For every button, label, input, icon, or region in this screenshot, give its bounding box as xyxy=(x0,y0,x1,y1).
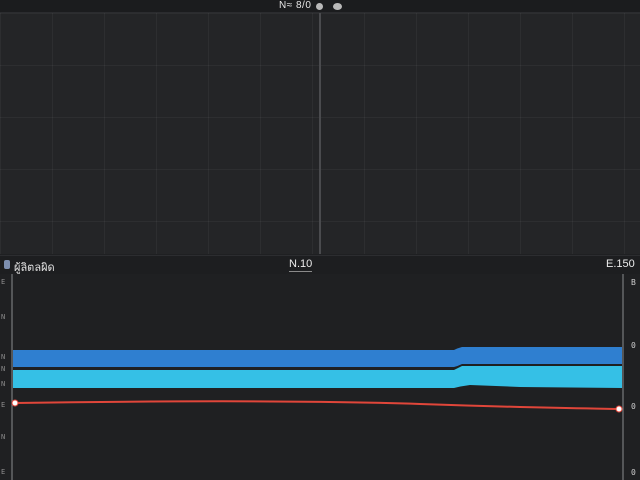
title-bar: N≈ 8/0 xyxy=(0,0,640,13)
window-title: N≈ 8/0 xyxy=(279,0,312,11)
camera-icon[interactable] xyxy=(333,3,342,10)
tick-left-label: E xyxy=(1,468,6,476)
graph-canvas xyxy=(11,274,624,480)
tick-right-label: 0 xyxy=(631,341,636,350)
tick-left-label: N xyxy=(1,353,6,361)
tick-left-label: E xyxy=(1,278,6,286)
curve-band-top xyxy=(13,347,622,367)
curve-key-end xyxy=(615,405,623,413)
tick-left-label: N xyxy=(1,380,6,388)
tick-right-label: B xyxy=(631,278,636,287)
graph-panel-header: ผู้ลิตลผิด N.10 E.150 xyxy=(0,255,640,275)
panel-icon xyxy=(4,260,10,269)
record-icon[interactable] xyxy=(316,3,323,10)
tick-left-label: N xyxy=(1,313,6,321)
tick-left-label: E xyxy=(1,401,6,409)
curve-graph[interactable]: E N N N N E N E B 0 0 0 xyxy=(0,274,640,480)
tick-right-label: 0 xyxy=(631,468,636,477)
curve-line xyxy=(14,400,620,410)
viewport-splitter[interactable] xyxy=(319,13,321,254)
curve-band-bottom xyxy=(13,366,622,388)
tick-right-label: 0 xyxy=(631,402,636,411)
panel-right-label: E.150 xyxy=(606,258,635,270)
tick-left-label: N xyxy=(1,433,6,441)
curve-key-start xyxy=(11,399,19,407)
tab-current[interactable]: N.10 xyxy=(289,258,313,272)
tick-left-label: N xyxy=(1,365,6,373)
